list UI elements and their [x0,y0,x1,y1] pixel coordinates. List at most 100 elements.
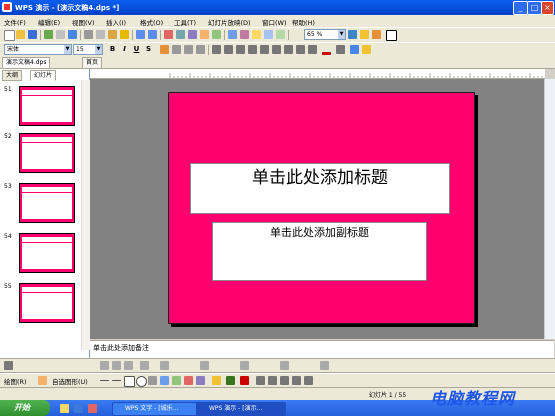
zoom-combo[interactable]: 65 % ▼ [304,29,346,40]
numbering-icon[interactable] [212,45,221,54]
notes-pane[interactable]: 单击此处添加备注 [90,340,554,359]
slide-layout-icon[interactable] [360,30,369,39]
wps-app-icon[interactable] [2,2,12,12]
spellcheck-icon[interactable] [68,30,77,39]
redo-icon[interactable] [148,30,157,39]
tab-home[interactable]: 首页 [82,57,103,68]
task-wps-writer[interactable]: WPS 文字 - [城乐... [112,402,204,416]
horizontal-ruler[interactable] [90,69,545,79]
close-button[interactable]: × [541,1,554,15]
align-center-icon[interactable] [172,45,181,54]
send-backward-icon[interactable] [320,361,329,370]
bold-button[interactable]: B [108,44,117,54]
animation-icon[interactable] [350,45,359,54]
menu-window[interactable]: 窗口(W) [262,17,287,27]
line-color-icon[interactable] [226,376,235,385]
decrease-indent-icon[interactable] [272,45,281,54]
new-slide-icon[interactable] [386,30,397,41]
line-style-icon[interactable] [256,376,265,385]
slides-panel-scrollbar[interactable] [81,80,90,350]
fill-color-icon[interactable] [212,376,221,385]
dash-style-icon[interactable] [268,376,277,385]
chevron-down-icon[interactable]: ▼ [64,45,71,54]
align-left-icon[interactable] [100,361,109,370]
start-button[interactable]: 开始 [0,400,50,416]
new-file-icon[interactable] [4,30,15,41]
help-icon[interactable] [348,30,357,39]
arrow-style-icon[interactable] [280,376,289,385]
tab-slides[interactable]: 幻灯片 [30,70,57,81]
undo-icon[interactable] [136,30,145,39]
decrease-font-icon[interactable] [248,45,257,54]
increase-font-icon[interactable] [236,45,245,54]
oval-icon[interactable] [136,376,147,387]
vertical-text-icon[interactable] [296,45,305,54]
expand-all-icon[interactable] [252,30,261,39]
align-right-icon[interactable] [184,45,193,54]
grid-icon[interactable] [276,30,285,39]
increase-indent-icon[interactable] [284,45,293,54]
underline-button[interactable]: U [132,44,141,54]
paste-icon[interactable] [108,30,117,39]
color-grayscale-icon[interactable] [240,30,249,39]
cut-icon[interactable] [84,30,93,39]
char-spacing-icon[interactable] [308,45,317,54]
bring-forward-icon[interactable] [280,361,289,370]
3d-style-icon[interactable] [304,376,313,385]
picture-icon[interactable] [196,376,205,385]
subtitle-placeholder[interactable]: 单击此处添加副标题 [212,222,427,281]
slide-thumbnail[interactable] [19,86,75,126]
font-color-dropdown-icon[interactable] [336,45,345,54]
insert-picture-icon[interactable] [188,30,197,39]
align-right-icon[interactable] [124,361,133,370]
task-wps-presentation[interactable]: WPS 演示 - [演示... [196,402,286,416]
menu-file[interactable]: 文件(F) [4,17,26,27]
menu-format[interactable]: 格式(O) [140,17,163,27]
justify-icon[interactable] [196,45,205,54]
draw-menu-button[interactable]: 绘图(R) [4,376,27,386]
slide-thumbnail[interactable] [19,183,75,223]
menu-edit[interactable]: 编辑(E) [38,17,60,27]
slide-thumbnail[interactable] [19,233,75,273]
font-color-icon[interactable] [322,52,331,55]
slide-thumbnail[interactable] [19,133,75,173]
quicklaunch-icon[interactable] [88,404,97,413]
insert-chart-icon[interactable] [164,30,173,39]
design-icon[interactable] [362,45,371,54]
menu-view[interactable]: 视图(V) [72,17,95,27]
tab-document[interactable]: 演示文稿4.dps [2,57,51,68]
group-icon[interactable] [160,361,169,370]
print-icon[interactable] [44,30,53,39]
format-painter-icon[interactable] [120,30,129,39]
arrow-icon[interactable] [112,380,121,381]
title-placeholder[interactable]: 单击此处添加标题 [190,163,450,214]
wordart-icon[interactable] [160,376,169,385]
slide-thumbnail[interactable] [19,283,75,323]
align-center-icon[interactable] [112,361,121,370]
menu-help[interactable]: 帮助(H) [292,17,315,27]
flip-icon[interactable] [240,361,249,370]
diagram-icon[interactable] [172,376,181,385]
show-formatting-icon[interactable] [264,30,273,39]
select-arrow-icon[interactable] [38,376,47,385]
chevron-down-icon[interactable]: ▼ [338,30,345,39]
minimize-button[interactable]: _ [513,1,528,15]
shadow-style-icon[interactable] [292,376,301,385]
line-spacing-icon[interactable] [260,45,269,54]
open-folder-icon[interactable] [16,30,25,39]
autoshapes-menu-button[interactable]: 自选图形(U) [52,376,88,386]
menu-insert[interactable]: 插入(I) [106,17,126,27]
print-preview-icon[interactable] [56,30,65,39]
menu-tools[interactable]: 工具(T) [174,17,196,27]
line-icon[interactable] [100,380,109,381]
clipart-icon[interactable] [184,376,193,385]
table-icon[interactable] [228,30,237,39]
quicklaunch-icon[interactable] [60,404,69,413]
rotate-icon[interactable] [200,361,209,370]
slide-vertical-scrollbar[interactable] [544,79,555,339]
distribute-icon[interactable] [140,361,149,370]
font-name-combo[interactable]: 宋体 ▼ [4,44,72,55]
chevron-down-icon[interactable]: ▼ [95,45,102,54]
toolbar-handle-icon[interactable] [4,361,13,370]
insert-hyperlink-icon[interactable] [212,30,221,39]
